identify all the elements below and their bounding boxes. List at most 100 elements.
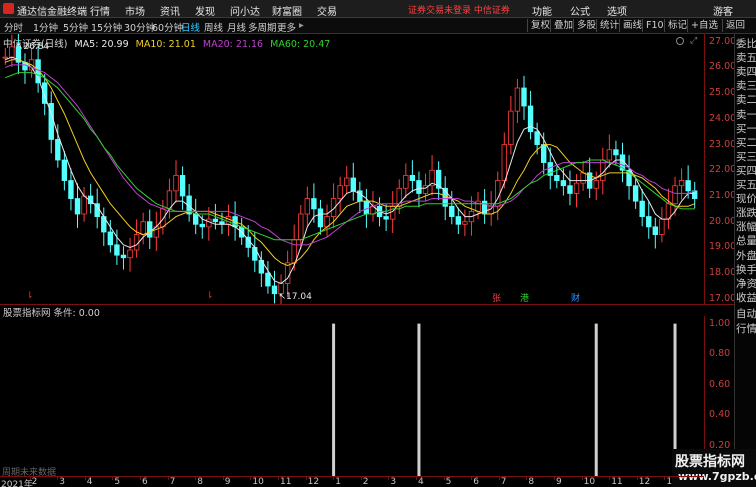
order-book-label: 卖四 (736, 66, 756, 79)
price-tick: 24.00 (709, 112, 737, 124)
candle (147, 209, 153, 249)
candle (639, 189, 645, 227)
date-tick-mark (554, 477, 555, 480)
candle (593, 171, 599, 201)
period-toolbar: 分时 1分钟 5分钟 15分钟 30分钟 60分钟 日线 周线 月线 多周期 更… (0, 18, 756, 34)
period-30min[interactable]: 30分钟 (124, 20, 155, 34)
candle (324, 204, 330, 237)
more-arrow-icon[interactable]: ▸ (299, 20, 304, 31)
menu-shichang[interactable]: 市场 (125, 3, 145, 18)
ma5-line (5, 56, 695, 284)
date-tick-mark (664, 477, 666, 480)
candle (173, 160, 179, 203)
candle (409, 160, 416, 193)
period-monthly[interactable]: 月线 (227, 20, 246, 34)
date-tick-mark (140, 477, 141, 480)
candle (74, 183, 81, 228)
signal-bar (594, 323, 598, 476)
date-axis: 2021年 2 3 4 5 6 7 8 9 10 11 12 1 2 3 4 5 6 7 8 9 10 11 12 1 (0, 476, 704, 487)
menu-gongshi[interactable]: 公式 (570, 3, 590, 18)
title-bar: 通达信金融终端 行情 市场 资讯 发现 问小达 财富圈 交易 证券交易未登录 中… (0, 0, 756, 18)
candle (527, 90, 534, 140)
candle (192, 198, 199, 235)
order-book-label: 卖二 (736, 94, 756, 107)
event-marker[interactable]: ⇂ (26, 291, 34, 301)
event-marker[interactable]: ⇂ (206, 291, 214, 301)
event-marker-zhang[interactable]: 张 (492, 291, 501, 304)
candle (462, 209, 468, 237)
date-tick: 11 (280, 477, 292, 487)
date-tick: 4 (86, 477, 93, 487)
date-tick-mark (333, 477, 335, 480)
kline-chart[interactable] (0, 34, 704, 304)
price-tick: 21.00 (709, 190, 737, 201)
order-book-label: 外盘 (736, 249, 756, 262)
order-book-label: 买四 (736, 164, 756, 177)
order-book-label: 委比 (736, 38, 756, 50)
date-tick-mark (636, 477, 638, 480)
candle (501, 132, 508, 189)
candle (508, 95, 514, 155)
menu-wenxiaoda[interactable]: 问小达 (230, 3, 260, 18)
date-tick-mark (195, 477, 197, 480)
date-tick: 3 (390, 477, 397, 487)
menu-faxian[interactable]: 发现 (195, 3, 215, 18)
period-fenshi[interactable]: 分时 (4, 20, 23, 34)
period-1min[interactable]: 1分钟 (33, 20, 58, 34)
period-daily[interactable]: 日线 (181, 20, 200, 34)
candle (127, 237, 133, 272)
low-price-annotation: ↖17.04 (278, 291, 312, 302)
indicator-tick: 0.60 (709, 378, 731, 390)
date-tick-mark (471, 477, 473, 480)
date-tick: 10 (583, 477, 596, 487)
date-tick-mark (29, 477, 31, 480)
date-tick: 5 (445, 477, 452, 487)
candle (337, 176, 343, 213)
indicator-tick: 0.80 (709, 348, 731, 360)
order-book-label: 净资 (736, 277, 756, 290)
candle (626, 155, 632, 200)
event-marker-gang[interactable]: 港 (520, 291, 529, 304)
candle (586, 157, 593, 199)
menu-caifuquan[interactable]: 财富圈 (272, 3, 302, 18)
period-5min[interactable]: 5分钟 (63, 20, 88, 34)
date-tick-mark (84, 477, 86, 480)
candle (350, 162, 356, 201)
order-book-label: 收益 (736, 291, 756, 304)
period-multi[interactable]: 多周期 (248, 20, 277, 34)
login-status[interactable]: 证券交易未登录 中信证券 (408, 3, 510, 16)
side-auto[interactable]: 自动 (736, 306, 756, 321)
date-tick-mark (581, 477, 583, 480)
btn-zixuan[interactable]: +自选 (687, 19, 721, 32)
user-guest[interactable]: 游客 (713, 3, 733, 18)
period-weekly[interactable]: 周线 (204, 20, 223, 34)
candle (186, 183, 192, 222)
price-tick: 17.00 (709, 292, 737, 304)
event-marker-cai[interactable]: 财 (571, 291, 580, 304)
ma60-line (5, 72, 695, 241)
app-title: 通达信金融终端 (17, 7, 87, 18)
menu-xuanxiang[interactable]: 选项 (607, 3, 627, 18)
date-tick-mark (250, 477, 252, 480)
date-tick: 10 (252, 477, 264, 487)
date-tick-mark (360, 477, 362, 480)
menu-jiaoyi[interactable]: 交易 (317, 3, 337, 18)
date-tick: 9 (224, 477, 231, 487)
side-hangqing[interactable]: 行情 (736, 321, 756, 336)
candle (179, 166, 186, 210)
period-60min[interactable]: 60分钟 (152, 20, 183, 34)
period-15min[interactable]: 15分钟 (91, 20, 122, 34)
menu-hangqing[interactable]: 行情 (90, 3, 110, 18)
candle (317, 199, 324, 235)
order-book-label: 总量 (736, 235, 756, 248)
date-tick: 2 (362, 477, 369, 487)
period-more[interactable]: 更多 (277, 20, 296, 34)
candle (15, 34, 22, 75)
btn-fanhui[interactable]: 返回 (722, 19, 748, 32)
date-tick: 2 (31, 477, 38, 487)
menu-zixun[interactable]: 资讯 (160, 3, 180, 18)
order-book-label: 买一 (736, 122, 756, 135)
menu-gongneng[interactable]: 功能 (532, 3, 552, 18)
indicator-chart[interactable] (0, 316, 704, 476)
btn-f10[interactable]: F10 (642, 19, 667, 32)
